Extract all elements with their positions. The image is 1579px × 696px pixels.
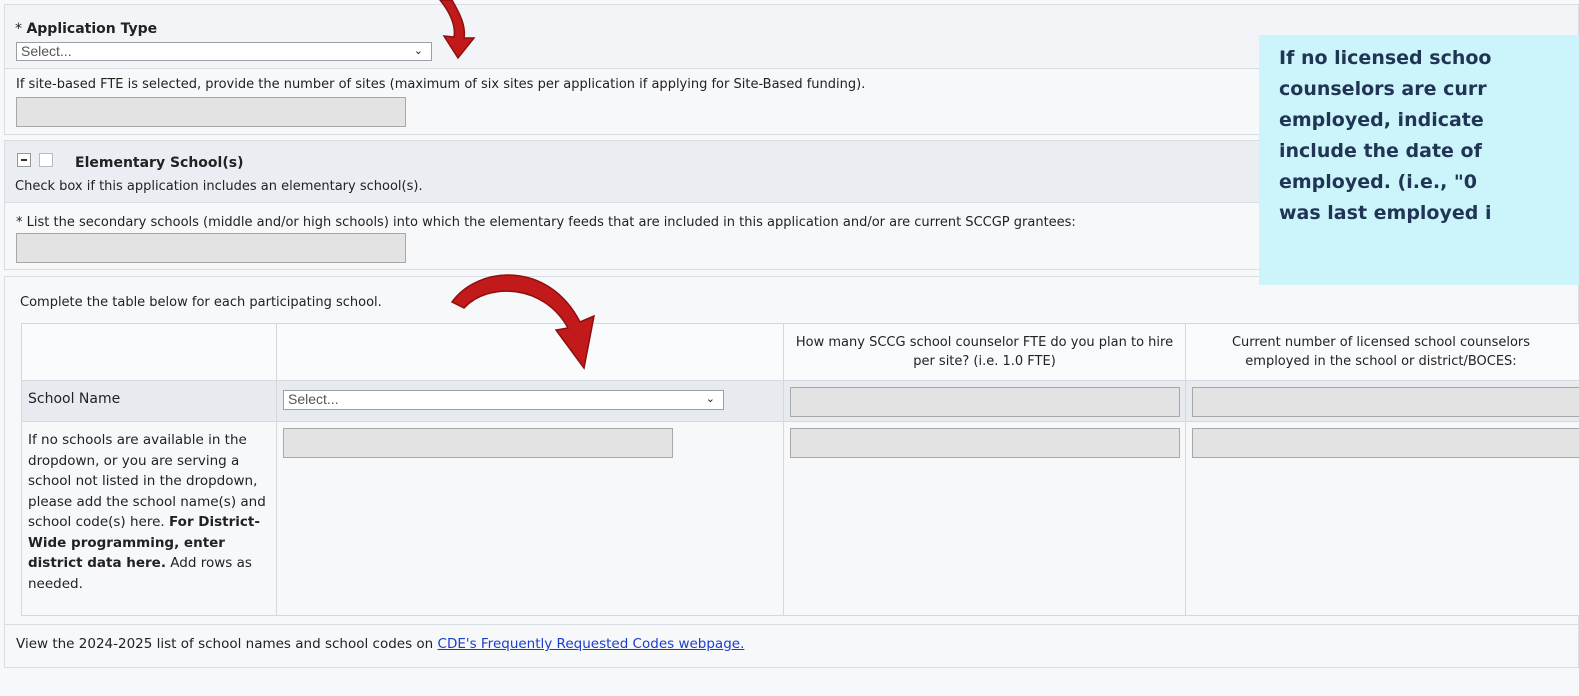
manual-entry-label-cell: If no schools are available in the dropd… — [22, 422, 277, 616]
manual-entry-field-cell — [277, 422, 784, 616]
elementary-help: Check box if this application includes a… — [15, 179, 423, 194]
callout-line: was last employed i — [1279, 202, 1492, 224]
elementary-checkbox[interactable] — [39, 153, 53, 167]
participating-schools-section: Complete the table below for each partic… — [4, 276, 1579, 626]
secondary-schools-prompt: * List the secondary schools (middle and… — [16, 215, 1076, 230]
counselor-instructions-callout: If no licensed schoo counselors are curr… — [1259, 35, 1579, 285]
annotation-arrow-table — [450, 274, 596, 370]
header-fte-planned-text: How many SCCG school counselor FTE do yo… — [795, 335, 1174, 369]
chevron-down-icon: ⌄ — [413, 45, 423, 57]
school-name-select-value: Select... — [288, 391, 339, 407]
header-col1 — [22, 324, 277, 381]
current-counselors-cell-row1 — [1186, 381, 1579, 422]
annotation-arrow-top — [439, 0, 476, 60]
school-name-label: School Name — [28, 391, 121, 407]
fte-planned-cell-row1 — [784, 381, 1186, 422]
school-name-label-cell: School Name — [22, 381, 277, 422]
callout-line: employed, indicate — [1279, 109, 1484, 131]
manual-school-name-field[interactable] — [283, 428, 673, 458]
current-counselors-field-row2[interactable] — [1192, 428, 1579, 458]
participating-schools-table: How many SCCG school counselor FTE do yo… — [21, 323, 1579, 616]
codes-link-section: View the 2024-2025 list of school names … — [4, 624, 1579, 668]
sites-count-field[interactable] — [16, 97, 406, 127]
application-type-label: * Application Type — [15, 21, 157, 37]
current-counselors-cell-row2 — [1186, 422, 1579, 616]
sites-instruction: If site-based FTE is selected, provide t… — [16, 77, 866, 92]
school-name-select-cell: Select... ⌄ — [277, 381, 784, 422]
school-name-select[interactable]: Select... ⌄ — [283, 390, 724, 410]
fte-planned-field-row2[interactable] — [790, 428, 1180, 458]
callout-line: include the date of — [1279, 140, 1482, 162]
callout-line: counselors are curr — [1279, 78, 1487, 100]
application-type-title: Application Type — [26, 21, 158, 37]
collapse-minus-icon[interactable] — [17, 153, 31, 167]
required-mark: * — [15, 21, 22, 37]
chevron-down-icon: ⌄ — [705, 393, 715, 405]
fte-planned-field-row1[interactable] — [790, 387, 1180, 417]
secondary-schools-field[interactable] — [16, 233, 406, 263]
header-fte-planned: How many SCCG school counselor FTE do yo… — [784, 324, 1186, 381]
codes-link-text: View the 2024-2025 list of school names … — [16, 636, 744, 652]
fte-planned-cell-row2 — [784, 422, 1186, 616]
application-type-select[interactable]: Select... ⌄ — [16, 42, 432, 61]
header-current-counselors: Current number of licensed school counse… — [1186, 324, 1579, 381]
header-current-counselors-text: Current number of licensed school counse… — [1231, 335, 1531, 369]
elementary-label: Elementary School(s) — [75, 155, 244, 171]
current-counselors-field-row1[interactable] — [1192, 387, 1579, 417]
frequently-requested-codes-link[interactable]: CDE's Frequently Requested Codes webpage… — [438, 636, 745, 652]
callout-line: If no licensed schoo — [1279, 47, 1492, 69]
table-intro: Complete the table below for each partic… — [20, 295, 382, 310]
callout-line: employed. (i.e., "0 — [1279, 171, 1478, 193]
codes-link-prefix: View the 2024-2025 list of school names … — [16, 636, 438, 652]
application-type-select-value: Select... — [21, 43, 72, 59]
